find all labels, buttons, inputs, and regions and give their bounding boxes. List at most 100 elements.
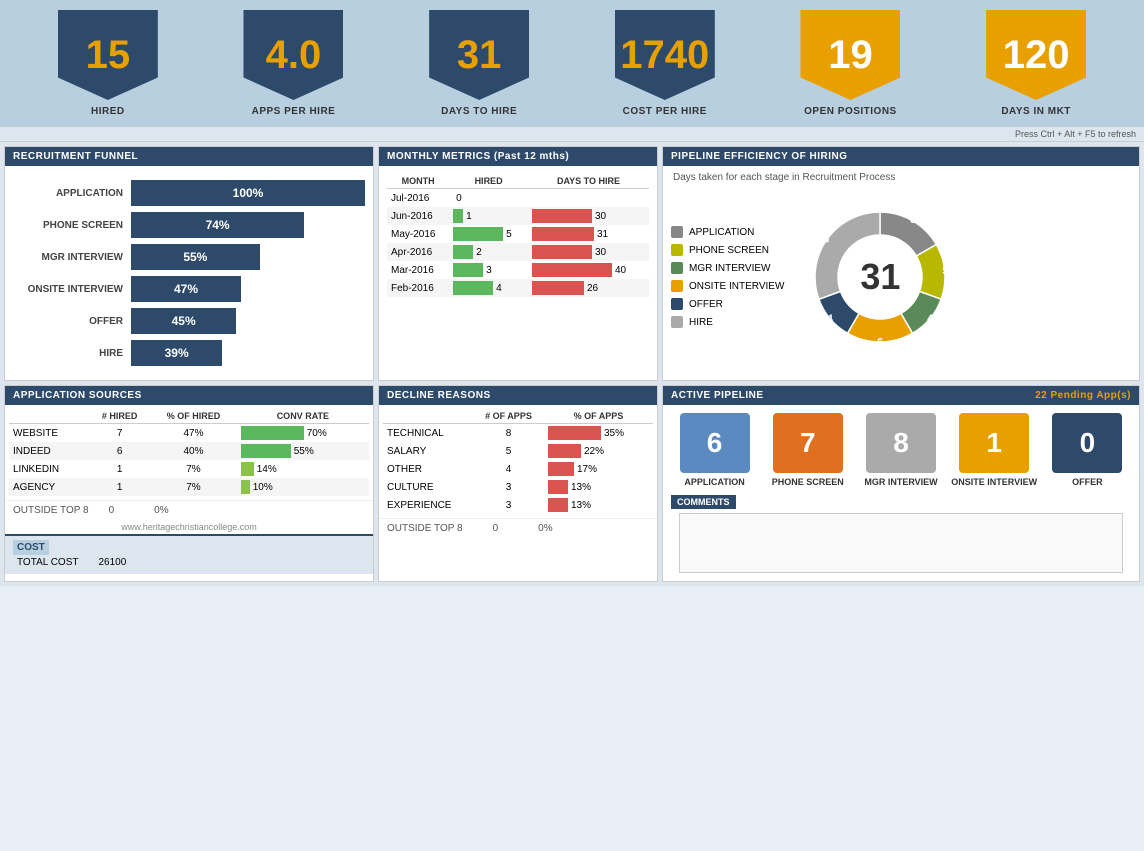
card-label: APPLICATION bbox=[684, 477, 744, 487]
kpi-open-positions: 19 OPEN POSITIONS bbox=[800, 10, 900, 117]
outside-decline-pct: 0% bbox=[538, 523, 552, 534]
decline-table: # OF APPS % OF APPS TECHNICAL 8 35% SALA… bbox=[383, 409, 653, 514]
legend-dot bbox=[671, 244, 683, 256]
legend-label: MGR INTERVIEW bbox=[689, 263, 770, 274]
kpi-apps-per-hire: 4.0 APPS PER HIRE bbox=[243, 10, 343, 117]
metrics-content: MONTH HIRED DAYS TO HIRE Jul-2016 0 Jun-… bbox=[379, 166, 657, 305]
kpi-value-open: 19 bbox=[828, 35, 873, 75]
donut-container: APPLICATION PHONE SCREEN MGR INTERVIEW O… bbox=[663, 189, 1139, 365]
funnel-row-label: HIRE bbox=[13, 348, 123, 359]
source-row: LINKEDIN 1 7% 14% bbox=[9, 460, 369, 478]
kpi-value-apps: 4.0 bbox=[266, 35, 322, 75]
funnel-row: APPLICATION 100% bbox=[13, 180, 365, 206]
source-name: WEBSITE bbox=[9, 424, 89, 443]
metrics-row: Jun-2016 1 30 bbox=[387, 207, 649, 225]
source-conv: 55% bbox=[237, 442, 369, 460]
decline-pct: 13% bbox=[544, 496, 653, 514]
source-hired: 7 bbox=[89, 424, 150, 443]
funnel-row: HIRE 39% bbox=[13, 340, 365, 366]
legend-label: OFFER bbox=[689, 299, 723, 310]
funnel-row-label: PHONE SCREEN bbox=[13, 220, 123, 231]
decline-row: CULTURE 3 13% bbox=[383, 478, 653, 496]
metrics-header: MONTHLY METRICS (Past 12 mths) bbox=[379, 147, 657, 166]
kpi-cost-per-hire: 1740 COST PER HIRE bbox=[615, 10, 715, 117]
funnel-row-label: OFFER bbox=[13, 316, 123, 327]
decline-row: OTHER 4 17% bbox=[383, 460, 653, 478]
kpi-badge-apps: 4.0 bbox=[243, 10, 343, 100]
decline-header: DECLINE REASONS bbox=[379, 386, 657, 405]
month-cell: May-2016 bbox=[387, 225, 449, 243]
source-pct: 40% bbox=[150, 442, 237, 460]
pipeline-subtitle: Days taken for each stage in Recruitment… bbox=[663, 166, 1139, 189]
donut-legend: APPLICATION PHONE SCREEN MGR INTERVIEW O… bbox=[671, 226, 784, 328]
donut-center: 31 bbox=[860, 256, 900, 298]
legend-label: APPLICATION bbox=[689, 227, 754, 238]
metrics-row: May-2016 5 31 bbox=[387, 225, 649, 243]
legend-item: PHONE SCREEN bbox=[671, 244, 784, 256]
card-number: 0 bbox=[1052, 413, 1122, 473]
funnel-bar-pct: 55% bbox=[183, 250, 207, 264]
kpi-value-mkt: 120 bbox=[1003, 35, 1070, 75]
source-pct: 47% bbox=[150, 424, 237, 443]
card-number: 6 bbox=[680, 413, 750, 473]
funnel-bar-container: 74% bbox=[131, 212, 365, 238]
card-label: OFFER bbox=[1072, 477, 1103, 487]
month-cell: Jul-2016 bbox=[387, 189, 449, 208]
month-cell: Jun-2016 bbox=[387, 207, 449, 225]
decline-reason: CULTURE bbox=[383, 478, 473, 496]
metrics-row: Jul-2016 0 bbox=[387, 189, 649, 208]
kpi-label-open: OPEN POSITIONS bbox=[804, 106, 897, 117]
legend-item: MGR INTERVIEW bbox=[671, 262, 784, 274]
legend-dot bbox=[671, 298, 683, 310]
metrics-table: MONTH HIRED DAYS TO HIRE Jul-2016 0 Jun-… bbox=[387, 174, 649, 297]
col-month: MONTH bbox=[387, 174, 449, 189]
comments-box[interactable] bbox=[679, 513, 1123, 573]
legend-dot bbox=[671, 316, 683, 328]
funnel-row: ONSITE INTERVIEW 47% bbox=[13, 276, 365, 302]
funnel-bar-container: 100% bbox=[131, 180, 365, 206]
hired-cell: 3 bbox=[449, 261, 528, 279]
month-cell: Feb-2016 bbox=[387, 279, 449, 297]
svg-text:6: 6 bbox=[877, 336, 883, 348]
metrics-row: Feb-2016 4 26 bbox=[387, 279, 649, 297]
source-hired: 6 bbox=[89, 442, 150, 460]
comments-label: COMMENTS bbox=[671, 495, 736, 509]
main-content: RECRUITMENT FUNNEL APPLICATION 100% PHON… bbox=[0, 142, 1144, 586]
kpi-bar: 15 HIRED 4.0 APPS PER HIRE 31 DAYS TO HI… bbox=[0, 0, 1144, 127]
legend-dot bbox=[671, 226, 683, 238]
pipeline-cards: 6 APPLICATION 7 PHONE SCREEN 8 MGR INTER… bbox=[663, 405, 1139, 495]
legend-item: ONSITE INTERVIEW bbox=[671, 280, 784, 292]
svg-text:6: 6 bbox=[910, 214, 916, 226]
col-pct-hired: % OF HIRED bbox=[150, 409, 237, 424]
funnel-row-label: MGR INTERVIEW bbox=[13, 252, 123, 263]
card-label: PHONE SCREEN bbox=[772, 477, 844, 487]
hired-cell: 2 bbox=[449, 243, 528, 261]
funnel-panel: RECRUITMENT FUNNEL APPLICATION 100% PHON… bbox=[4, 146, 374, 381]
pending-badge: 22 Pending App(s) bbox=[1035, 390, 1131, 401]
col-apps-h: # OF APPS bbox=[473, 409, 544, 424]
card-number: 7 bbox=[773, 413, 843, 473]
funnel-bar: 100% bbox=[131, 180, 365, 206]
source-hired: 1 bbox=[89, 460, 150, 478]
legend-label: HIRE bbox=[689, 317, 713, 328]
days-cell bbox=[528, 189, 649, 208]
svg-text:5: 5 bbox=[943, 265, 949, 277]
pipeline-card: 7 PHONE SCREEN bbox=[764, 413, 851, 487]
month-cell: Apr-2016 bbox=[387, 243, 449, 261]
decline-reason: TECHNICAL bbox=[383, 424, 473, 443]
decline-apps: 3 bbox=[473, 496, 544, 514]
cost-section: COST TOTAL COST 26100 bbox=[5, 534, 373, 574]
sources-panel: APPLICATION SOURCES # HIRED % OF HIRED C… bbox=[4, 385, 374, 582]
funnel-row: PHONE SCREEN 74% bbox=[13, 212, 365, 238]
kpi-label-apps: APPS PER HIRE bbox=[252, 106, 336, 117]
kpi-hired: 15 HIRED bbox=[58, 10, 158, 117]
refresh-hint: Press Ctrl + Alt + F5 to refresh bbox=[1015, 129, 1136, 139]
kpi-label-hired: HIRED bbox=[91, 106, 125, 117]
source-name: AGENCY bbox=[9, 478, 89, 496]
pipeline-card: 8 MGR INTERVIEW bbox=[857, 413, 944, 487]
hired-cell: 1 bbox=[449, 207, 528, 225]
kpi-label-cost: COST PER HIRE bbox=[623, 106, 707, 117]
legend-item: APPLICATION bbox=[671, 226, 784, 238]
cost-row: TOTAL COST 26100 bbox=[13, 555, 365, 570]
card-number: 1 bbox=[959, 413, 1029, 473]
